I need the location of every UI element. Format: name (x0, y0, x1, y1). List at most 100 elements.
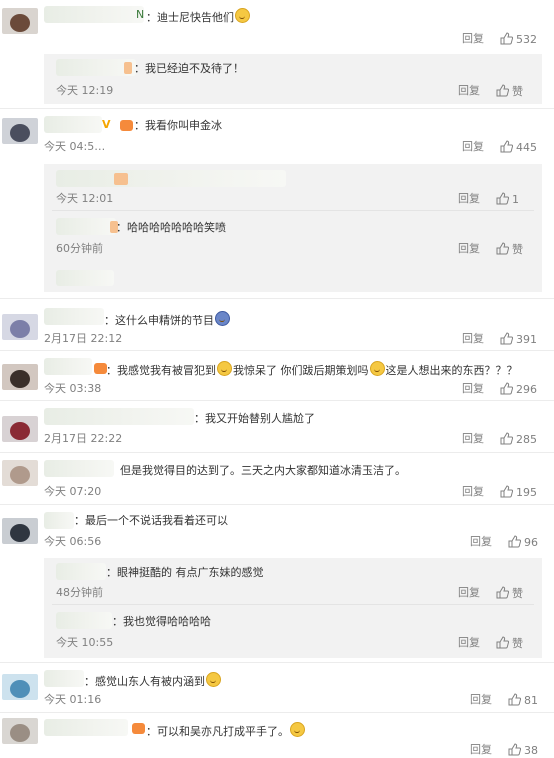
like-button[interactable]: 445 (490, 140, 537, 155)
thumbs-up-icon (500, 485, 513, 498)
like-button[interactable]: 赞 (486, 636, 523, 651)
username[interactable] (44, 116, 102, 133)
username[interactable] (44, 408, 194, 425)
avatar[interactable] (2, 518, 38, 544)
avatar[interactable] (2, 364, 38, 390)
like-button[interactable]: 391 (490, 332, 537, 347)
reply-text: ：哈哈哈哈哈哈哈笑喷 (116, 221, 226, 234)
avatar[interactable] (2, 118, 38, 144)
username[interactable] (56, 170, 286, 187)
reply-button[interactable]: 回复 (458, 636, 480, 650)
wink-emoji-icon (206, 672, 221, 687)
like-button[interactable]: 81 (498, 693, 538, 708)
verified-badge-icon: V (102, 118, 111, 131)
like-button[interactable]: 1 (486, 192, 519, 207)
username[interactable] (44, 308, 104, 325)
thumbs-up-icon (496, 192, 509, 205)
username[interactable] (56, 218, 116, 235)
timestamp: 今天 03:38 (44, 382, 102, 395)
username[interactable] (44, 719, 128, 736)
smile-emoji-icon (217, 361, 232, 376)
reply-box: ：我已经迫不及待了！ 今天 12:19 回复 赞 (44, 54, 542, 104)
thumbs-up-icon (508, 693, 521, 706)
smile-emoji-icon (369, 361, 385, 376)
reply-button[interactable]: 回复 (470, 693, 492, 707)
timestamp: 今天 01:16 (44, 693, 102, 706)
crying-emoji-icon (215, 311, 230, 326)
like-button[interactable]: 赞 (486, 84, 523, 99)
avatar[interactable] (2, 674, 38, 700)
reply-box: ：眼神挺酷的 有点广东妹的感觉 48分钟前 回复 赞 ：我也觉得哈哈哈哈 今天 … (44, 558, 542, 658)
thumbs-up-icon (496, 586, 509, 599)
timestamp: 今天 04:5… (44, 140, 106, 153)
like-button[interactable]: 38 (498, 743, 538, 758)
vip-badge-icon (132, 723, 145, 734)
reply-button[interactable]: 回复 (470, 535, 492, 549)
comment-text: ：这什么申精饼的节目 (104, 311, 231, 328)
avatar[interactable] (2, 314, 38, 340)
reply-button[interactable]: 回复 (462, 382, 484, 396)
reply-button[interactable]: 回复 (462, 32, 484, 46)
reply-button[interactable]: 回复 (462, 140, 484, 154)
more-replies-link[interactable] (56, 270, 114, 286)
username[interactable] (44, 6, 144, 23)
reply-box: 今天 12:01 回复 1 ：哈哈哈哈哈哈哈笑喷 60分钟前 回复 赞 (44, 164, 542, 292)
thumbs-up-icon (508, 535, 521, 548)
timestamp: 2月17日 22:22 (44, 432, 123, 445)
timestamp: 今天 10:55 (56, 636, 114, 649)
reply-button[interactable]: 回复 (462, 332, 484, 346)
thumbs-up-icon (496, 636, 509, 649)
username[interactable] (56, 612, 112, 629)
reply-button[interactable]: 回复 (470, 743, 492, 757)
thumbs-up-icon (496, 242, 509, 255)
reply-button[interactable]: 回复 (462, 485, 484, 499)
username[interactable] (44, 512, 74, 529)
reply-button[interactable]: 回复 (462, 432, 484, 446)
reply-text: ：眼神挺酷的 有点广东妹的感觉 (106, 566, 264, 579)
reply-button[interactable]: 回复 (458, 242, 480, 256)
cat-emoji-icon (290, 722, 305, 737)
like-button[interactable]: 赞 (486, 242, 523, 257)
avatar[interactable] (2, 460, 38, 486)
comment-text: ：可以和吴亦凡打成平手了。 (146, 722, 306, 739)
comment-text: ：我看你叫申金冰 (134, 119, 222, 132)
timestamp: 2月17日 22:12 (44, 332, 123, 345)
like-button[interactable]: 96 (498, 535, 538, 550)
comment-text: ：迪士尼快告他们 (146, 8, 251, 25)
reply-button[interactable]: 回复 (458, 84, 480, 98)
reply-button[interactable]: 回复 (458, 586, 480, 600)
like-button[interactable]: 296 (490, 382, 537, 397)
reply-text: ：我也觉得哈哈哈哈 (112, 615, 211, 628)
timestamp: 48分钟前 (56, 586, 103, 599)
timestamp: 60分钟前 (56, 242, 103, 255)
avatar[interactable] (2, 718, 38, 744)
thumbs-up-icon (500, 140, 513, 153)
like-button[interactable]: 532 (490, 32, 537, 47)
like-button[interactable]: 195 (490, 485, 537, 500)
comment-text: 但是我觉得目的达到了。三天之内大家都知道冰清玉洁了。 (120, 464, 406, 477)
thumbs-up-icon (496, 84, 509, 97)
comment-text: ：我感觉我有被冒犯到 我惊呆了 你们跋后期策划吗 这是人想出来的东西？？？ (106, 361, 518, 378)
reply-text: ：我已经迫不及待了！ (134, 62, 244, 75)
like-button[interactable]: 赞 (486, 586, 523, 601)
reply-button[interactable]: 回复 (458, 192, 480, 206)
vip-badge-icon (120, 120, 133, 131)
thumbs-up-icon (508, 743, 521, 756)
laugh-emoji-icon (235, 8, 250, 23)
timestamp: 今天 06:56 (44, 535, 102, 548)
username[interactable] (56, 563, 106, 580)
thumbs-up-icon (500, 332, 513, 345)
comment-text: ：感觉山东人有被内涵到 (84, 672, 222, 689)
thumbs-up-icon (500, 382, 513, 395)
username[interactable] (44, 460, 114, 477)
timestamp: 今天 12:19 (56, 84, 114, 97)
avatar[interactable] (2, 8, 38, 34)
comment-text: ：我又开始替别人尴尬了 (194, 412, 315, 425)
avatar[interactable] (2, 416, 38, 442)
username[interactable] (44, 670, 84, 687)
thumbs-up-icon (500, 32, 513, 45)
username-tail: N (136, 8, 145, 21)
like-button[interactable]: 285 (490, 432, 537, 447)
username[interactable] (44, 358, 92, 375)
timestamp: 今天 12:01 (56, 192, 114, 205)
